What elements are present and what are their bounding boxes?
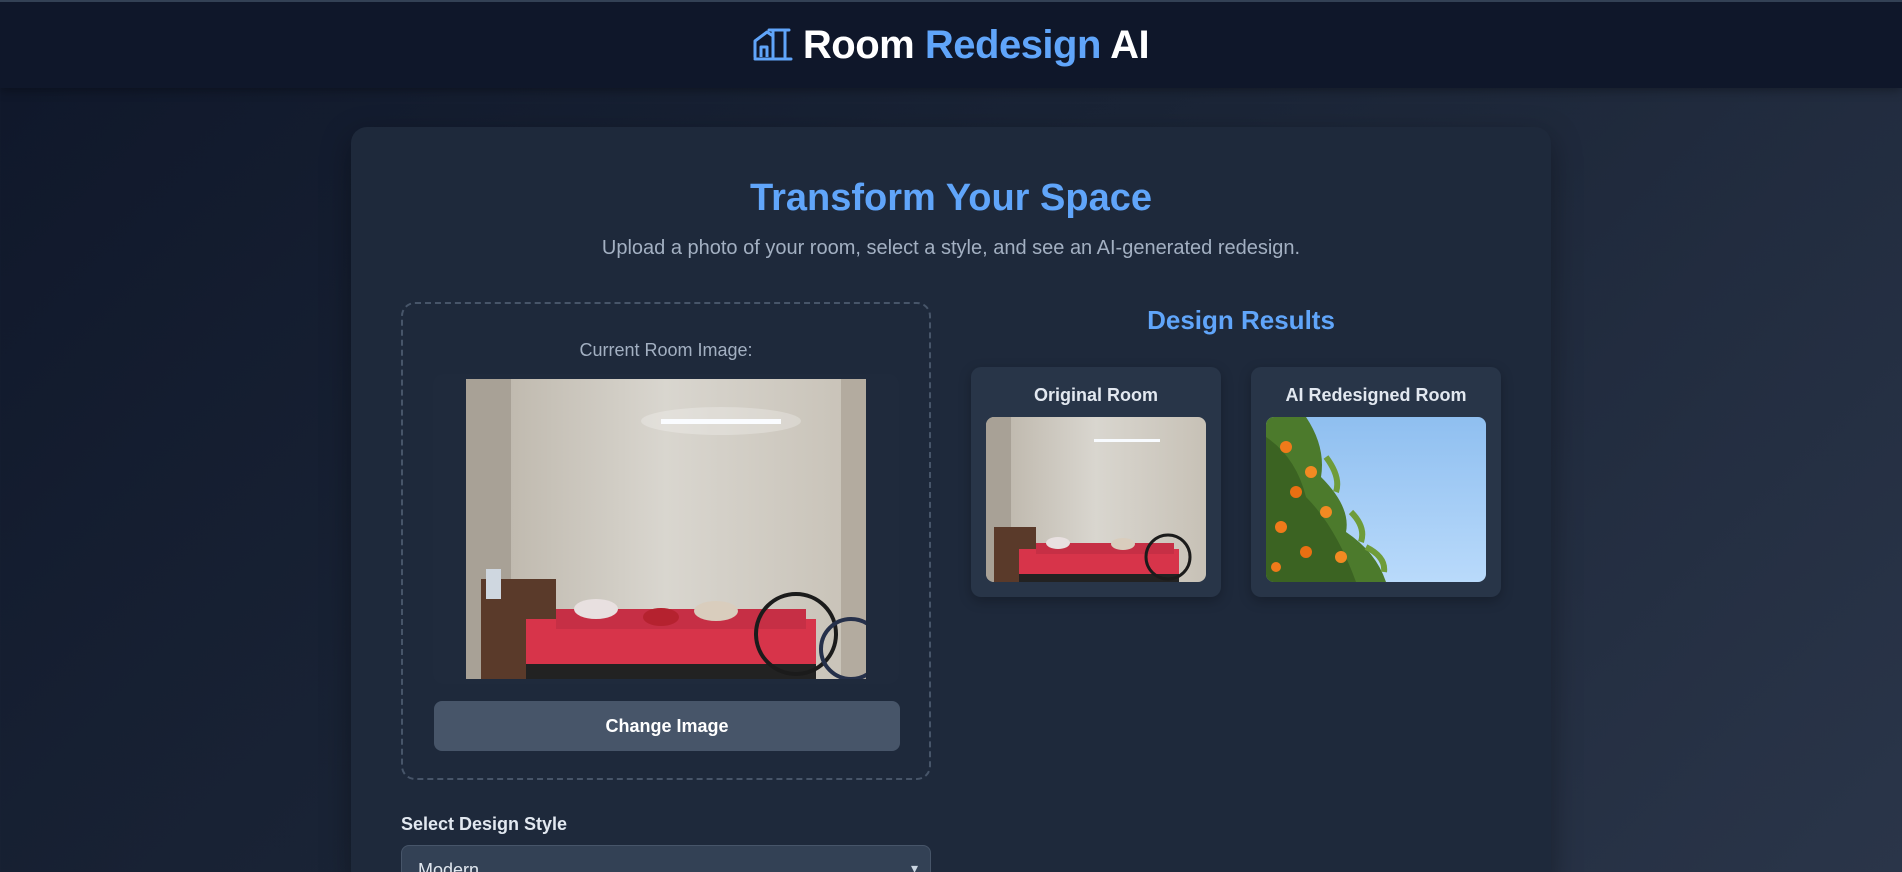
room-photo [466, 379, 866, 679]
current-image-label: Current Room Image: [579, 340, 753, 360]
redesigned-room-card: AI Redesigned Room [1251, 367, 1501, 597]
upload-area[interactable]: Current Room Image: Change Image [401, 302, 931, 780]
app-title: Room Redesign AI [802, 22, 1150, 67]
style-label: Select Design Style [401, 814, 568, 834]
main-card: Transform Your Space Upload a photo of y… [351, 127, 1551, 872]
room-preview [433, 374, 899, 684]
style-select[interactable]: Modern ▾ [401, 845, 931, 872]
original-room-title: Original Room [1033, 385, 1158, 405]
results-title: Design Results [1147, 305, 1335, 335]
house-icon [753, 28, 793, 61]
chevron-down-icon: ▾ [910, 860, 918, 872]
original-room-card: Original Room [971, 367, 1221, 597]
page-title: Transform Your Space [750, 177, 1152, 219]
style-selected-value: Modern [418, 860, 480, 872]
top-bar: Room Redesign AI [0, 0, 1902, 88]
redesigned-room-image[interactable] [1266, 417, 1486, 582]
brand[interactable]: Room Redesign AI [753, 22, 1150, 68]
change-image-button[interactable]: Change Image [434, 701, 900, 751]
redesigned-room-title: AI Redesigned Room [1285, 385, 1467, 405]
page-subtitle: Upload a photo of your room, select a st… [601, 237, 1301, 259]
original-room-image[interactable] [986, 417, 1206, 582]
